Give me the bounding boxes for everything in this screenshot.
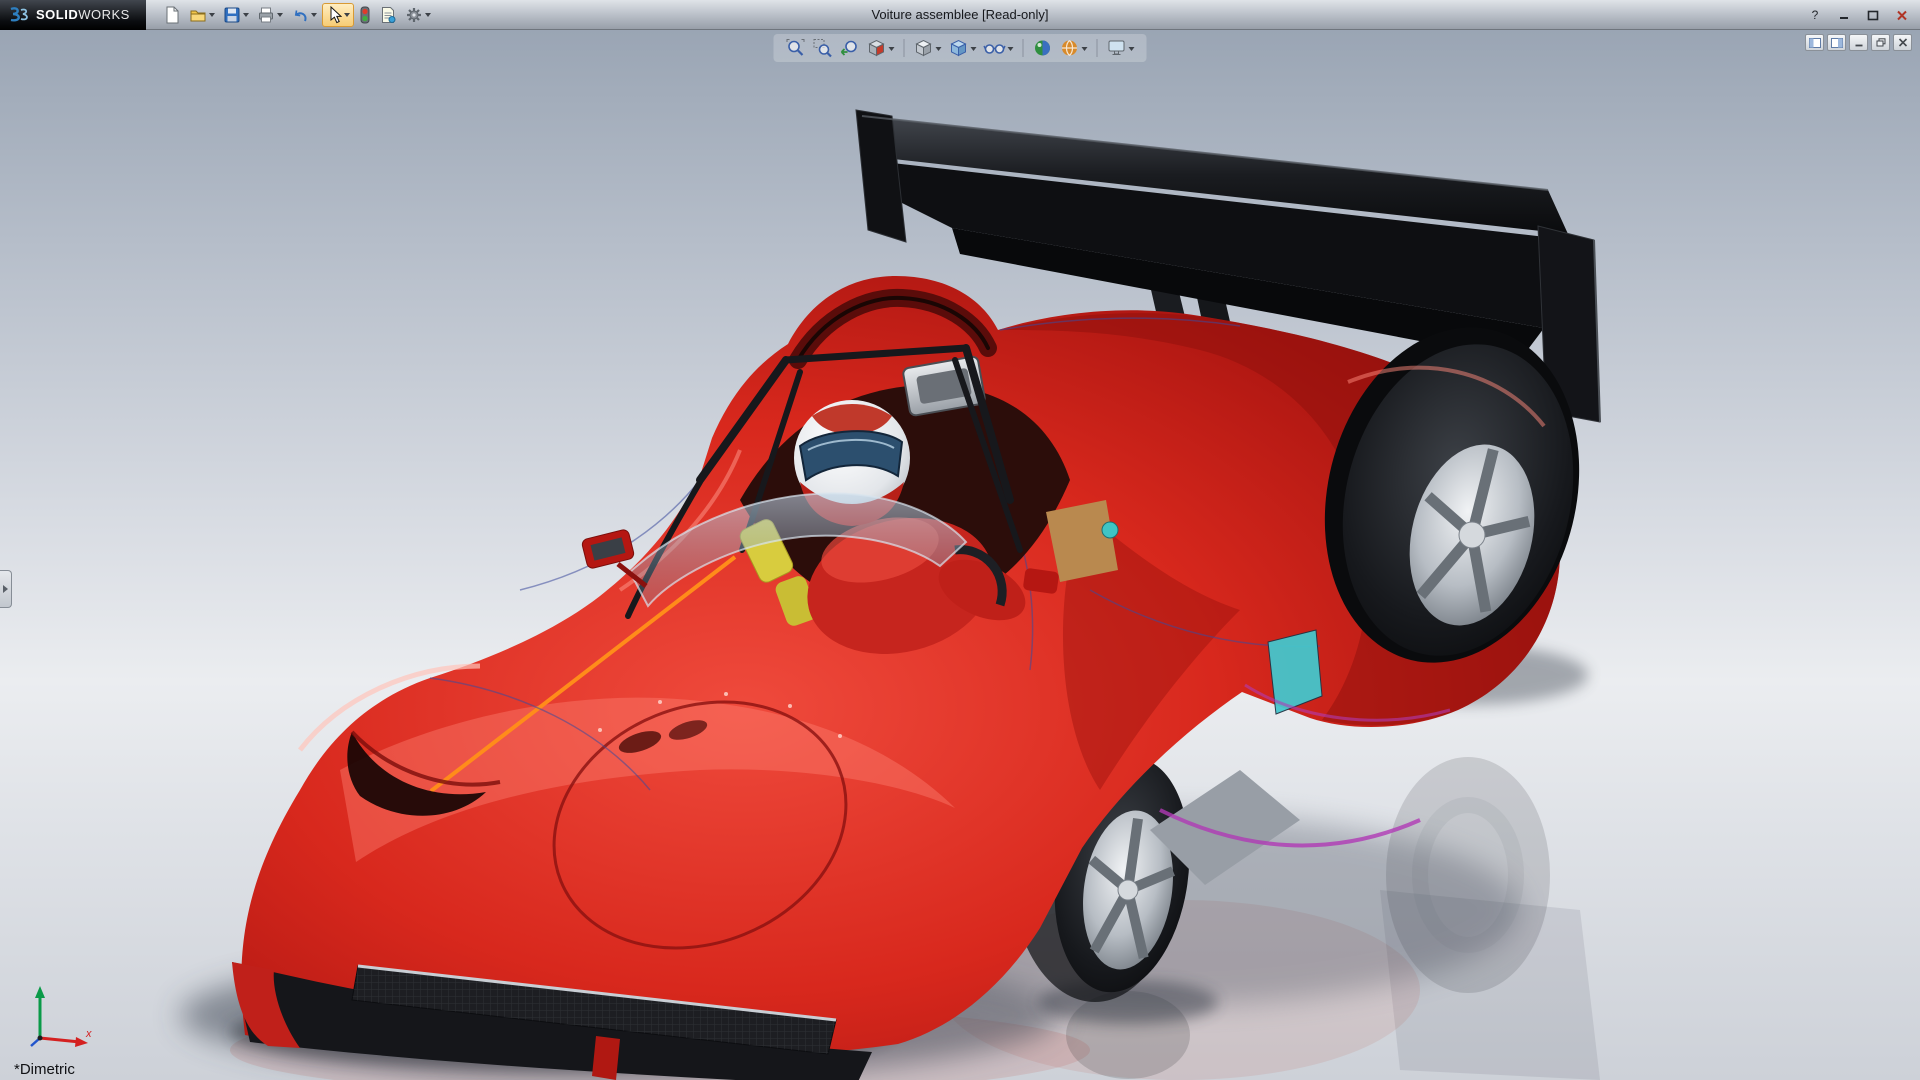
dropdown-arrow-icon[interactable] (343, 13, 350, 20)
hide-show-glasses-icon (983, 44, 1006, 54)
main-toolbar (160, 2, 434, 27)
dropdown-arrow-icon[interactable] (1128, 46, 1135, 54)
dropdown-arrow-icon[interactable] (208, 13, 215, 20)
feature-pane-icon (1808, 37, 1821, 48)
close-icon (1897, 10, 1907, 20)
zoom-to-fit-icon (786, 39, 805, 56)
maximize-button[interactable] (1861, 6, 1885, 25)
file-properties-icon (381, 6, 396, 23)
window-title: Voiture assemblee [Read-only] (871, 7, 1049, 22)
apply-scene-button[interactable] (1058, 36, 1090, 60)
brand-name: SOLIDWORKS (36, 7, 130, 22)
help-button[interactable]: ? (1803, 6, 1827, 25)
toolbar-separator (903, 39, 905, 57)
zoom-to-area-icon (813, 39, 832, 58)
dropdown-arrow-icon[interactable] (970, 46, 977, 54)
view-orientation-label: *Dimetric (14, 1061, 75, 1078)
close-icon (1898, 38, 1907, 47)
close-button[interactable] (1890, 6, 1914, 25)
open-button[interactable] (186, 3, 218, 27)
dropdown-arrow-icon[interactable] (242, 13, 249, 20)
select-button[interactable] (321, 2, 354, 27)
view-settings-button[interactable] (1105, 36, 1137, 60)
triad-x-label: x (86, 1028, 92, 1040)
hide-show-items-button[interactable] (982, 36, 1016, 60)
maximize-icon (1867, 10, 1879, 20)
minimize-icon (1840, 17, 1848, 19)
display-style-icon (950, 39, 967, 57)
section-view-button[interactable] (865, 36, 897, 60)
title-bar: SOLIDWORKS Voiture assemblee [Read-only]… (0, 0, 1920, 30)
model-viewport[interactable] (0, 30, 1920, 1080)
zoom-to-area-button[interactable] (811, 36, 835, 60)
brand-logo-icon (10, 6, 28, 22)
previous-view-icon (840, 40, 857, 56)
dropdown-arrow-icon[interactable] (1007, 46, 1014, 54)
options-button[interactable] (402, 3, 434, 27)
orientation-triad (30, 986, 88, 1047)
chevron-left-icon (2, 585, 12, 593)
new-document-button[interactable] (160, 3, 184, 27)
options-gear-icon (406, 7, 421, 22)
file-properties-button[interactable] (376, 3, 400, 27)
apply-scene-icon (1062, 40, 1077, 56)
previous-view-button[interactable] (838, 36, 862, 60)
minimize-document-button[interactable] (1849, 34, 1868, 51)
window-controls: ? (1803, 0, 1914, 30)
teal-detail (1101, 521, 1119, 539)
save-button[interactable] (220, 3, 252, 27)
show-feature-pane-button[interactable] (1805, 34, 1824, 51)
graphics-area[interactable]: x *Dimetric (0, 30, 1920, 1080)
rebuild-button[interactable] (356, 3, 374, 27)
edit-appearance-sphere-icon (1035, 40, 1050, 56)
zoom-to-fit-button[interactable] (784, 36, 808, 60)
view-orientation-cube-icon (915, 39, 932, 57)
minimize-icon (1855, 44, 1862, 47)
restore-document-button[interactable] (1871, 34, 1890, 51)
dropdown-arrow-icon[interactable] (1081, 46, 1088, 54)
display-pane-icon (1830, 37, 1843, 48)
edit-appearance-button[interactable] (1031, 36, 1055, 60)
minimize-button[interactable] (1832, 6, 1856, 25)
print-icon (258, 7, 273, 22)
view-orientation-button[interactable] (912, 36, 944, 60)
print-button[interactable] (254, 3, 286, 27)
view-settings-icon (1108, 40, 1125, 55)
select-cursor-icon (330, 5, 342, 23)
dropdown-arrow-icon[interactable] (888, 46, 895, 54)
section-view-icon (868, 39, 885, 57)
undo-arrow-icon (294, 9, 307, 21)
dropdown-arrow-icon[interactable] (276, 13, 283, 20)
open-folder-icon (190, 10, 206, 21)
heads-up-view-toolbar (773, 34, 1147, 62)
document-window-controls (1805, 34, 1912, 51)
panel-expand-tab[interactable] (0, 570, 12, 608)
right-mirror (1023, 568, 1059, 594)
app-logo: SOLIDWORKS (0, 0, 146, 30)
show-display-pane-button[interactable] (1827, 34, 1846, 51)
dropdown-arrow-icon[interactable] (310, 13, 317, 20)
new-document-icon (166, 6, 179, 23)
undo-button[interactable] (288, 3, 320, 27)
dropdown-arrow-icon[interactable] (424, 13, 431, 20)
save-icon (224, 7, 240, 22)
toolbar-separator (1096, 39, 1098, 57)
rebuild-traffic-icon (360, 6, 370, 23)
restore-icon (1876, 38, 1885, 47)
dropdown-arrow-icon[interactable] (935, 46, 942, 54)
toolbar-separator (1022, 39, 1024, 57)
close-document-button[interactable] (1893, 34, 1912, 51)
display-style-button[interactable] (947, 36, 979, 60)
